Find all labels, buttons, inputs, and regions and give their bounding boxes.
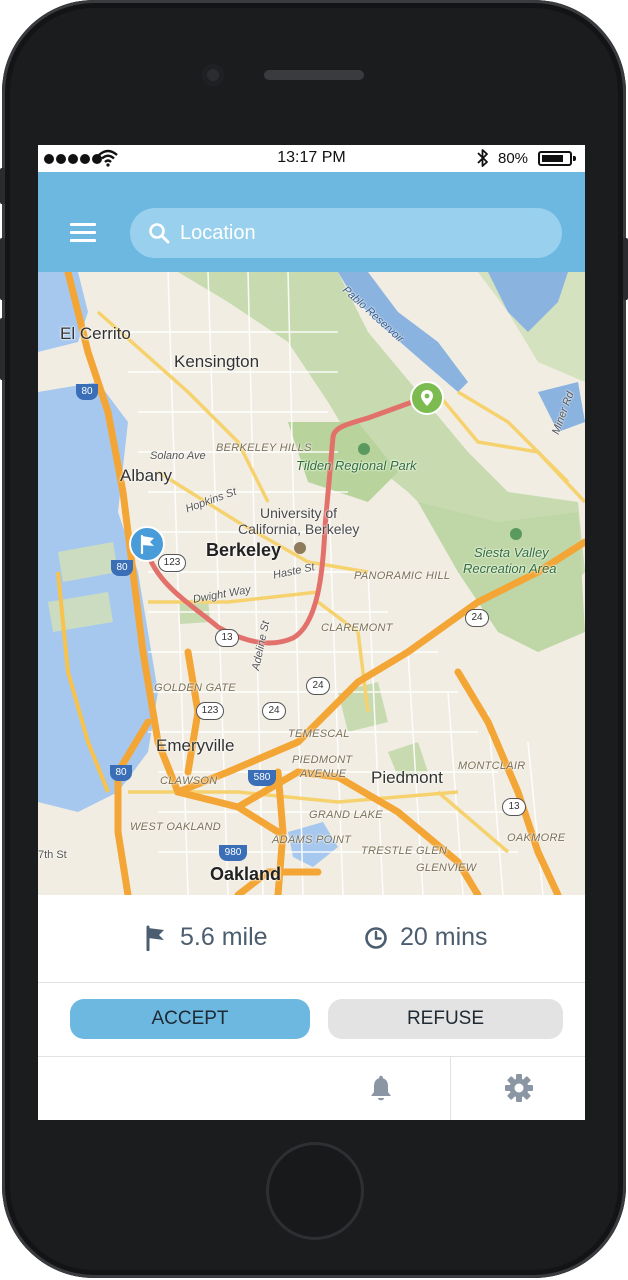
interstate-580-shield: 580 [248, 770, 276, 786]
map-label: 7th St [38, 849, 67, 861]
flag-icon [146, 925, 164, 951]
map-label: El Cerrito [60, 324, 131, 343]
map-label: Albany [120, 466, 172, 485]
map-label: TEMESCAL [288, 728, 350, 740]
map-label: WEST OAKLAND [130, 821, 222, 833]
interstate-80-shield: 80 [111, 560, 133, 576]
map-label: Oakland [210, 864, 282, 884]
bell-icon[interactable] [368, 1075, 394, 1103]
interstate-980-shield: 980 [219, 845, 247, 861]
accept-button[interactable]: ACCEPT [70, 999, 310, 1039]
power-button [623, 238, 628, 300]
interstate-80-shield: 80 [76, 384, 98, 400]
earpiece-speaker [264, 70, 364, 80]
map-label: GRAND LAKE [309, 809, 383, 821]
map-label: MONTCLAIR [458, 760, 526, 772]
map-label: Berkeley [206, 540, 282, 560]
front-camera [202, 64, 224, 86]
search-icon [149, 223, 170, 244]
gear-icon[interactable] [504, 1073, 534, 1103]
bluetooth-icon [477, 149, 488, 167]
map-label: Solano Ave [150, 450, 206, 462]
map-label: CLAREMONT [321, 622, 393, 634]
route-123-shield: 123 [158, 554, 186, 572]
map-label: University of [260, 505, 338, 521]
search-input[interactable] [180, 208, 540, 258]
route-13-shield: 13 [502, 798, 526, 816]
route-24-shield: 24 [306, 677, 330, 695]
app-header [38, 172, 585, 272]
map-label: CLAWSON [160, 775, 218, 787]
map-label: Kensington [174, 352, 260, 371]
map-label: Recreation Area [463, 561, 557, 576]
map-label: PANORAMIC HILL [354, 570, 451, 582]
clock-icon [365, 926, 387, 949]
route-24-shield: 24 [465, 609, 489, 627]
trip-info: 5.6 mile 20 mins [38, 895, 585, 983]
map-label: TRESTLE GLEN [361, 845, 448, 857]
map-label: California, Berkeley [238, 521, 360, 537]
map-label: BERKELEY HILLS [216, 442, 312, 454]
tab-divider [450, 1057, 451, 1120]
map-label: Piedmont [371, 768, 443, 787]
bottom-tab-bar [38, 1057, 585, 1120]
status-bar: 13:17 PM 80% [38, 145, 585, 172]
map-label: PIEDMONT [292, 754, 353, 766]
map-view[interactable]: 80 80 80 123 123 13 13 24 24 24 580 980 … [38, 272, 585, 895]
battery-icon [538, 151, 576, 166]
battery-percentage: 80% [498, 150, 529, 167]
map-label: GOLDEN GATE [154, 682, 236, 694]
map-label: GLENVIEW [416, 862, 477, 874]
route-24-shield: 24 [262, 702, 286, 720]
action-buttons: ACCEPT REFUSE [38, 983, 585, 1057]
app-screen: 13:17 PM 80% Location 80 80 80 123 123 1… [38, 145, 585, 1120]
home-button[interactable] [266, 1142, 364, 1240]
search-bar[interactable] [130, 208, 562, 258]
refuse-button[interactable]: REFUSE [328, 999, 563, 1039]
hamburger-menu-icon[interactable] [70, 223, 96, 243]
map-label: OAKMORE [507, 832, 566, 844]
map-label: Siesta Valley [474, 545, 549, 560]
duration-value: 20 mins [400, 923, 488, 951]
duration-info: 20 mins [364, 923, 488, 952]
silent-switch [0, 168, 5, 204]
distance-value: 5.6 mile [180, 923, 268, 951]
map-label: AVENUE [300, 768, 347, 780]
volume-up-button [0, 238, 5, 300]
map-label: Tilden Regional Park [296, 458, 417, 473]
phone-frame: 13:17 PM 80% Location 80 80 80 123 123 1… [0, 0, 628, 1278]
distance-info: 5.6 mile [144, 923, 268, 952]
route-123-shield: 123 [196, 702, 224, 720]
volume-down-button [0, 318, 5, 380]
location-pin-icon[interactable] [409, 380, 445, 416]
route-13-shield: 13 [215, 629, 239, 647]
map-label: ADAMS POINT [272, 834, 352, 846]
interstate-80-shield: 80 [110, 765, 132, 781]
map-label: Emeryville [156, 736, 235, 755]
